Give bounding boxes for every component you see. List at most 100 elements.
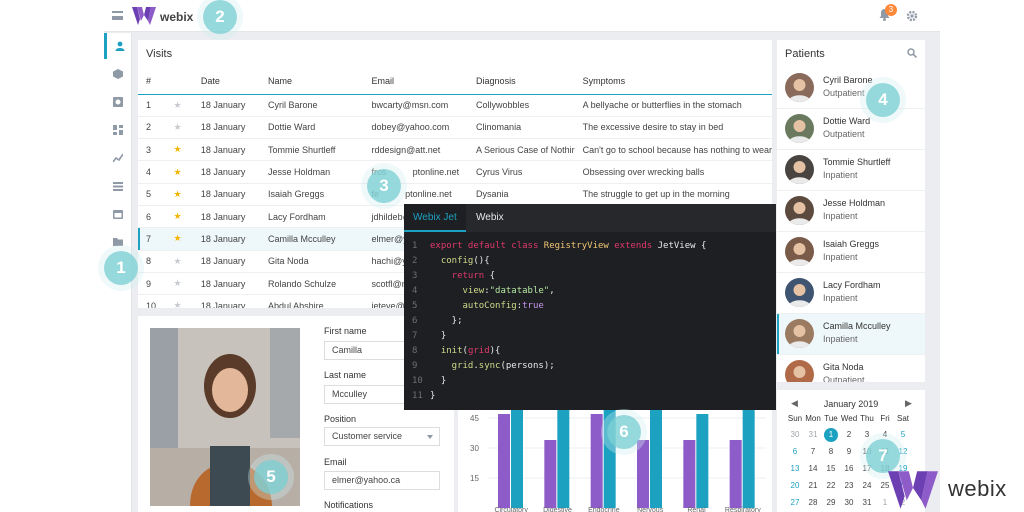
- chart-bar[interactable]: [498, 414, 510, 508]
- sidebar-item-patients[interactable]: [104, 33, 132, 59]
- menu-icon[interactable]: [112, 11, 123, 20]
- column-header[interactable]: Symptoms: [574, 68, 772, 95]
- callout-marker: 2: [203, 0, 237, 34]
- weekday-label: Tue: [824, 414, 838, 423]
- table-cell: 18 January: [192, 183, 261, 206]
- weekday-label: Fri: [880, 414, 890, 423]
- table-cell: Lacy Fordham: [260, 205, 364, 229]
- star-icon[interactable]: ★: [165, 138, 193, 162]
- chart-bar[interactable]: [544, 440, 557, 508]
- chart-bar[interactable]: [590, 414, 603, 508]
- star-icon[interactable]: ★: [165, 160, 193, 184]
- list-item[interactable]: Dottie Ward Outpatient: [777, 109, 925, 150]
- x-tick-label: Nervous: [637, 507, 664, 512]
- column-header[interactable]: [165, 68, 193, 95]
- table-row[interactable]: 2 ★ 18 January Dottie Ward dobey@yahoo.com Cl…: [138, 116, 772, 140]
- calendar-day[interactable]: 16: [840, 462, 858, 476]
- calendar-day[interactable]: 1: [824, 428, 838, 442]
- calendar-day[interactable]: 13: [786, 462, 804, 476]
- star-icon[interactable]: ★: [165, 205, 193, 229]
- chart-bar[interactable]: [742, 400, 755, 508]
- email-tail: ptonline.net: [405, 189, 452, 200]
- table-row[interactable]: 1 ★ 18 January Cyril Barone bwcarty@msn.com C…: [138, 94, 772, 117]
- calendar-day[interactable]: 30: [786, 428, 804, 442]
- table-cell: 6: [138, 205, 166, 229]
- gear-icon[interactable]: [906, 10, 918, 22]
- calendar-day[interactable]: 15: [822, 462, 840, 476]
- calendar-day[interactable]: 7: [804, 445, 822, 459]
- callout-marker: 4: [866, 83, 900, 117]
- calendar-day[interactable]: 2: [840, 428, 858, 442]
- list-item[interactable]: Cyril Barone Outpatient: [777, 68, 925, 109]
- calendar-day[interactable]: 8: [822, 445, 840, 459]
- table-row[interactable]: 3 ★ 18 January Tommie Shurtleff rddesign@att…: [138, 138, 772, 162]
- chart-bar[interactable]: [650, 400, 662, 508]
- search-icon[interactable]: [907, 48, 917, 58]
- calendar-day[interactable]: 31: [804, 428, 822, 442]
- email-field[interactable]: elmer@yahoo.ca: [324, 471, 440, 490]
- sidebar-item-calendar[interactable]: [104, 201, 132, 227]
- sidebar-item-history[interactable]: [104, 89, 132, 115]
- table-cell: 18 January: [192, 227, 261, 251]
- list-item[interactable]: Gita Noda Outpatient: [777, 355, 925, 382]
- star-icon[interactable]: ★: [165, 294, 193, 308]
- sidebar-item-products[interactable]: [104, 61, 132, 87]
- table-row[interactable]: 5★18 JanuaryIsaiah Greggsfeptonline.netD…: [138, 183, 772, 206]
- column-header[interactable]: Date: [192, 68, 261, 95]
- column-header[interactable]: Diagnosis: [468, 68, 575, 95]
- sidebar-item-table[interactable]: [104, 173, 132, 199]
- patients-title: Patients: [785, 48, 825, 60]
- tab-webix-jet[interactable]: Webix Jet: [404, 204, 466, 232]
- tab-webix[interactable]: Webix: [467, 204, 513, 232]
- avatar: [785, 278, 814, 307]
- calendar-day[interactable]: 24: [858, 479, 876, 493]
- star-icon[interactable]: ★: [165, 94, 193, 117]
- table-cell: 18 January: [192, 94, 261, 117]
- sidebar-item-charts[interactable]: [104, 145, 132, 171]
- calendar-day[interactable]: 14: [804, 462, 822, 476]
- list-item[interactable]: Isaiah Greggs Inpatient: [777, 232, 925, 273]
- chart-bar[interactable]: [696, 414, 709, 508]
- table-cell: rddesign@att.net: [363, 138, 469, 162]
- column-header[interactable]: Name: [260, 68, 364, 95]
- sidebar-item-dashboard[interactable]: [104, 117, 132, 143]
- table-cell: The excessive desire to stay in bed: [574, 116, 772, 140]
- avatar: [785, 155, 814, 184]
- star-icon[interactable]: ★: [165, 183, 193, 206]
- calendar-day[interactable]: 27: [786, 496, 804, 510]
- list-item[interactable]: Jesse Holdman Inpatient: [777, 191, 925, 232]
- calendar-day[interactable]: 29: [822, 496, 840, 510]
- calendar-day[interactable]: 9: [840, 445, 858, 459]
- calendar-day[interactable]: 21: [804, 479, 822, 493]
- calendar-day[interactable]: 23: [840, 479, 858, 493]
- calendar-day[interactable]: 5: [894, 428, 912, 442]
- table-row[interactable]: 4★18 JanuaryJesse Holdmanfrosptonline.ne…: [138, 160, 772, 184]
- list-item[interactable]: Camilla Mcculley Inpatient: [777, 314, 925, 355]
- calendar-day[interactable]: 30: [840, 496, 858, 510]
- email-label: Email: [324, 457, 347, 467]
- position-select[interactable]: Customer service: [324, 427, 440, 446]
- table-cell: 18 January: [192, 294, 261, 308]
- next-month-icon[interactable]: ▶: [905, 398, 912, 409]
- calendar-day[interactable]: 22: [822, 479, 840, 493]
- chart-bar[interactable]: [729, 440, 742, 508]
- chart-bar[interactable]: [683, 440, 696, 508]
- calendar-day[interactable]: 31: [858, 496, 876, 510]
- calendar-day[interactable]: 28: [804, 496, 822, 510]
- weekday-label: Sat: [896, 414, 909, 423]
- list-item[interactable]: Tommie Shurtleff Inpatient: [777, 150, 925, 191]
- column-header[interactable]: #: [138, 68, 166, 95]
- star-icon[interactable]: ★: [165, 227, 193, 251]
- avatar: [785, 319, 814, 348]
- chart-bar[interactable]: [637, 440, 649, 508]
- column-header[interactable]: Email: [363, 68, 469, 95]
- calendar-day[interactable]: 20: [786, 479, 804, 493]
- table-cell: 2: [138, 116, 166, 140]
- star-icon[interactable]: ★: [165, 116, 193, 140]
- list-item[interactable]: Lacy Fordham Inpatient: [777, 273, 925, 314]
- chart-bar[interactable]: [511, 400, 523, 508]
- calendar-day[interactable]: 3: [858, 428, 876, 442]
- star-icon[interactable]: ★: [165, 272, 193, 296]
- calendar-day[interactable]: 6: [786, 445, 804, 459]
- star-icon[interactable]: ★: [165, 250, 193, 273]
